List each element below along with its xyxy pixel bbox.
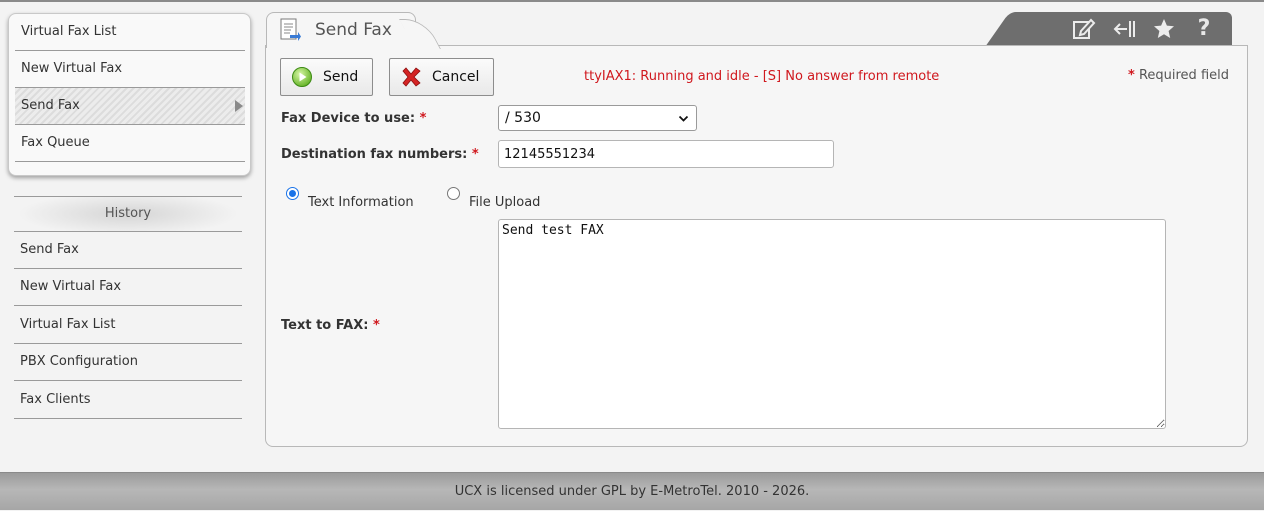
history-item-label: Fax Clients [20, 392, 91, 407]
destination-label: Destination fax numbers: * [281, 147, 479, 162]
chevron-down-icon [679, 115, 688, 122]
history-item-label: Virtual Fax List [20, 317, 116, 332]
cancel-button[interactable]: Cancel [389, 58, 494, 96]
text-to-fax-label-text: Text to FAX: [281, 318, 369, 333]
close-icon [402, 67, 421, 87]
submenu-item-label: Send Fax [21, 98, 80, 113]
fax-status-message: ttyIAX1: Running and idle - [S] No answe… [584, 69, 940, 84]
history-item-label: New Virtual Fax [20, 279, 122, 294]
submenu-item-fax-queue[interactable]: Fax Queue [15, 125, 245, 162]
submenu-panel: Virtual Fax List New Virtual Fax Send Fa… [8, 13, 251, 176]
history-heading: History [14, 196, 242, 232]
top-border [0, 0, 1264, 2]
fax-device-label: Fax Device to use: * [281, 111, 426, 126]
required-star: * [372, 318, 380, 333]
collapse-icon[interactable] [1111, 16, 1137, 42]
text-information-label: Text Information [308, 195, 414, 210]
page-title: Send Fax [315, 20, 392, 40]
required-star: * [471, 147, 479, 162]
play-icon [292, 67, 312, 87]
module-title-tab: Send Fax [266, 12, 441, 49]
history-item-new-virtual-fax[interactable]: New Virtual Fax [14, 269, 242, 306]
file-upload-radio[interactable] [447, 187, 460, 200]
history-item-label: Send Fax [20, 242, 79, 257]
text-information-radio[interactable] [286, 187, 299, 200]
submenu-item-new-virtual-fax[interactable]: New Virtual Fax [15, 51, 245, 88]
history-item-label: PBX Configuration [20, 354, 138, 369]
arrow-right-icon [235, 100, 243, 112]
submenu-item-label: Virtual Fax List [21, 24, 117, 39]
document-icon [280, 18, 301, 41]
history-item-pbx-configuration[interactable]: PBX Configuration [14, 344, 242, 381]
send-button-label: Send [323, 69, 359, 85]
submenu-item-label: New Virtual Fax [21, 61, 123, 76]
fax-device-selected-value: / 530 [505, 110, 541, 126]
star-icon[interactable] [1151, 16, 1177, 42]
submenu-item-label: Fax Queue [21, 135, 90, 150]
required-star: * [419, 111, 427, 126]
edit-icon[interactable] [1071, 16, 1097, 42]
submenu-item-virtual-fax-list[interactable]: Virtual Fax List [15, 14, 245, 51]
text-to-fax-label: Text to FAX: * [281, 318, 380, 333]
module-toolbar: ? [986, 12, 1232, 45]
submenu-item-send-fax[interactable]: Send Fax [15, 88, 245, 125]
destination-label-text: Destination fax numbers: [281, 147, 468, 162]
fax-device-label-text: Fax Device to use: [281, 111, 416, 126]
fax-text-area[interactable]: Send test FAX [498, 219, 1166, 429]
history-item-send-fax[interactable]: Send Fax [14, 232, 242, 269]
tab-tail [399, 19, 441, 49]
footer: UCX is licensed under GPL by E-MetroTel.… [0, 472, 1264, 510]
destination-fax-input[interactable] [498, 140, 834, 168]
required-field-text: Required field [1138, 68, 1229, 83]
required-star: * [1128, 68, 1135, 83]
file-upload-label: File Upload [469, 195, 541, 210]
toolbar-slant [986, 12, 1050, 45]
help-icon[interactable]: ? [1191, 16, 1217, 42]
fax-device-select[interactable]: / 530 [498, 105, 697, 131]
required-field-note: * Required field [1128, 68, 1229, 83]
cancel-button-label: Cancel [432, 69, 480, 85]
history-item-fax-clients[interactable]: Fax Clients [14, 382, 242, 419]
history-item-virtual-fax-list[interactable]: Virtual Fax List [14, 307, 242, 344]
send-button[interactable]: Send [280, 58, 373, 96]
